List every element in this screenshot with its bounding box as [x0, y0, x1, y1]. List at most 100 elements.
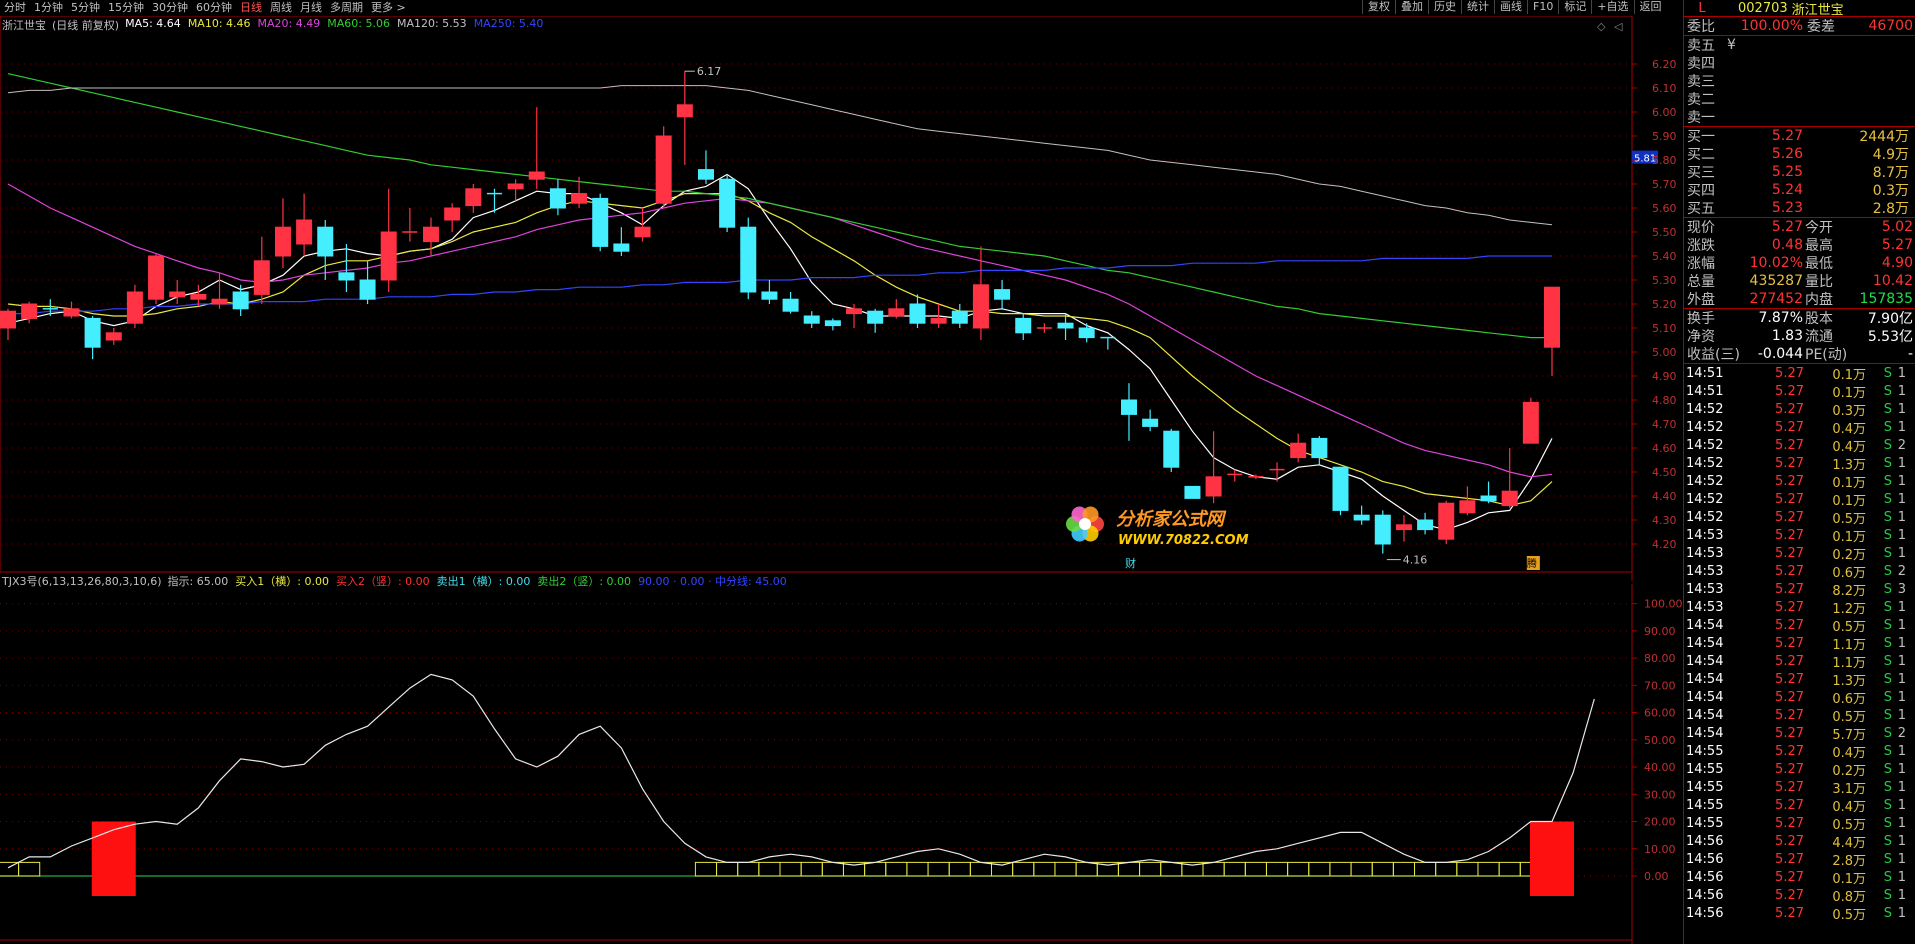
price-tick-label: 4.50	[1652, 466, 1677, 479]
signal-box	[1223, 861, 1246, 877]
tab-4[interactable]: 30分钟	[148, 0, 192, 15]
candle	[824, 318, 841, 331]
tick-side: S	[1883, 869, 1892, 885]
tab-9[interactable]: 多周期	[326, 0, 367, 15]
tick-price: 5.27	[1775, 653, 1804, 669]
tool-button-6[interactable]: 标记	[1558, 0, 1591, 14]
candle	[1374, 510, 1391, 554]
price-tick-label: 4.30	[1652, 514, 1677, 527]
tick-side: S	[1883, 761, 1892, 777]
stat-value: 1.83	[1771, 328, 1803, 344]
tick-side: S	[1883, 599, 1892, 615]
buy-price: 5.24	[1771, 182, 1803, 198]
tick-count: 2	[1897, 437, 1906, 453]
candle	[1142, 409, 1159, 432]
signal-box	[1012, 861, 1035, 877]
tab-2[interactable]: 5分钟	[67, 0, 104, 15]
buy-price: 5.23	[1771, 200, 1803, 216]
quote-header: L 002703 浙江世宝	[1684, 0, 1915, 18]
tool-button-0[interactable]: 复权	[1362, 0, 1395, 14]
tick-price: 5.27	[1775, 851, 1804, 867]
buy-label: 买三	[1687, 165, 1715, 181]
tool-button-3[interactable]: 统计	[1461, 0, 1494, 14]
tick-count: 1	[1897, 833, 1906, 849]
tab-3[interactable]: 15分钟	[104, 0, 148, 15]
tool-button-7[interactable]: +自选	[1591, 0, 1633, 14]
tick-count: 1	[1897, 635, 1906, 651]
tick-row: 14:56 5.27 2.8万 S 1	[1684, 850, 1915, 869]
tick-price: 5.27	[1775, 689, 1804, 705]
candle	[507, 179, 524, 201]
tick-row: 14:54 5.27 1.1万 S 1	[1684, 634, 1915, 653]
tab-5[interactable]: 60分钟	[192, 0, 236, 15]
price-tick-label: 4.40	[1652, 490, 1677, 503]
tick-price: 5.27	[1775, 869, 1804, 885]
tool-button-2[interactable]: 历史	[1428, 0, 1461, 14]
tick-side: S	[1883, 527, 1892, 543]
candle	[740, 217, 757, 300]
tick-count: 1	[1897, 617, 1906, 633]
collapse-icon[interactable]: ◁	[1614, 20, 1623, 33]
tick-side: S	[1883, 653, 1892, 669]
tab-1[interactable]: 1分钟	[30, 0, 67, 15]
candle	[0, 308, 16, 340]
weibi-row: 委比 100.00% 委差 46700	[1684, 17, 1915, 35]
tab-7[interactable]: 周线	[266, 0, 296, 15]
tool-button-1[interactable]: 叠加	[1395, 0, 1428, 14]
tick-count: 1	[1897, 671, 1906, 687]
signal-box	[1033, 861, 1056, 877]
tick-price: 5.27	[1775, 743, 1804, 759]
tick-time: 14:52	[1686, 401, 1724, 417]
signal-box	[1414, 861, 1437, 877]
tick-time: 14:55	[1686, 815, 1724, 831]
tick-list[interactable]: 14:51 5.27 0.1万 S 1 14:51 5.27 0.1万 S 1 14:52 5.27 0…	[1684, 364, 1915, 923]
tick-row: 14:56 5.27 4.4万 S 1	[1684, 832, 1915, 851]
candle	[148, 253, 165, 304]
diamond-icon[interactable]: ◇	[1597, 20, 1606, 33]
tick-price: 5.27	[1775, 797, 1804, 813]
tick-time: 14:55	[1686, 779, 1724, 795]
signal-box	[737, 861, 760, 877]
tool-button-4[interactable]: 画线	[1494, 0, 1527, 14]
signal-box	[1117, 861, 1141, 877]
price-tick-label: 6.20	[1652, 58, 1677, 71]
event-marker-label: 腾	[1527, 557, 1537, 570]
tick-volume: 0.5万	[1832, 907, 1866, 923]
tick-side: S	[1883, 689, 1892, 705]
candle	[1438, 500, 1455, 544]
tab-10[interactable]: 更多 >	[367, 0, 410, 15]
tick-volume: 0.1万	[1832, 385, 1866, 401]
tool-button-8[interactable]: 返回	[1633, 0, 1667, 14]
tick-count: 1	[1897, 743, 1906, 759]
price-chart[interactable]: 6.206.106.005.905.815.805.705.605.505.40…	[0, 16, 1683, 581]
candle	[613, 227, 630, 256]
stock-code: 002703	[1738, 0, 1788, 16]
tick-row: 14:52 5.27 0.5万 S 1	[1684, 508, 1915, 527]
tab-0[interactable]: 分时	[0, 0, 30, 15]
tick-volume: 0.4万	[1832, 799, 1866, 815]
tick-volume: 0.1万	[1832, 529, 1866, 545]
stat-row: 净资 1.83 流通 5.53亿	[1684, 327, 1915, 345]
tab-8[interactable]: 月线	[296, 0, 326, 15]
tick-price: 5.27	[1775, 365, 1804, 381]
candle	[1353, 505, 1370, 525]
price-tick-label: 5.80	[1652, 154, 1677, 167]
tick-volume: 2.8万	[1832, 853, 1866, 869]
signal-box	[1139, 861, 1162, 877]
stat-value: 5.53亿	[1867, 329, 1913, 345]
finance-marker[interactable]: 财	[1125, 556, 1136, 570]
tool-button-5[interactable]: F10	[1527, 0, 1558, 14]
candle	[486, 188, 502, 213]
buy-level: 买四 5.24 0.3万	[1684, 181, 1915, 199]
candle	[296, 193, 313, 256]
tick-volume: 0.4万	[1832, 439, 1866, 455]
tick-row: 14:55 5.27 3.1万 S 1	[1684, 778, 1915, 797]
tick-count: 1	[1897, 905, 1906, 921]
tick-time: 14:52	[1686, 491, 1724, 507]
tick-side: S	[1883, 635, 1892, 651]
tick-volume: 0.4万	[1832, 745, 1866, 761]
indicator-chart[interactable]: 100.00 90.00 80.00 70.00 60.00 50.00 40.00 30.0…	[0, 584, 1683, 944]
tick-price: 5.27	[1775, 527, 1804, 543]
tick-row: 14:52 5.27 0.4万 S 1	[1684, 418, 1915, 437]
tab-6[interactable]: 日线	[236, 0, 266, 15]
